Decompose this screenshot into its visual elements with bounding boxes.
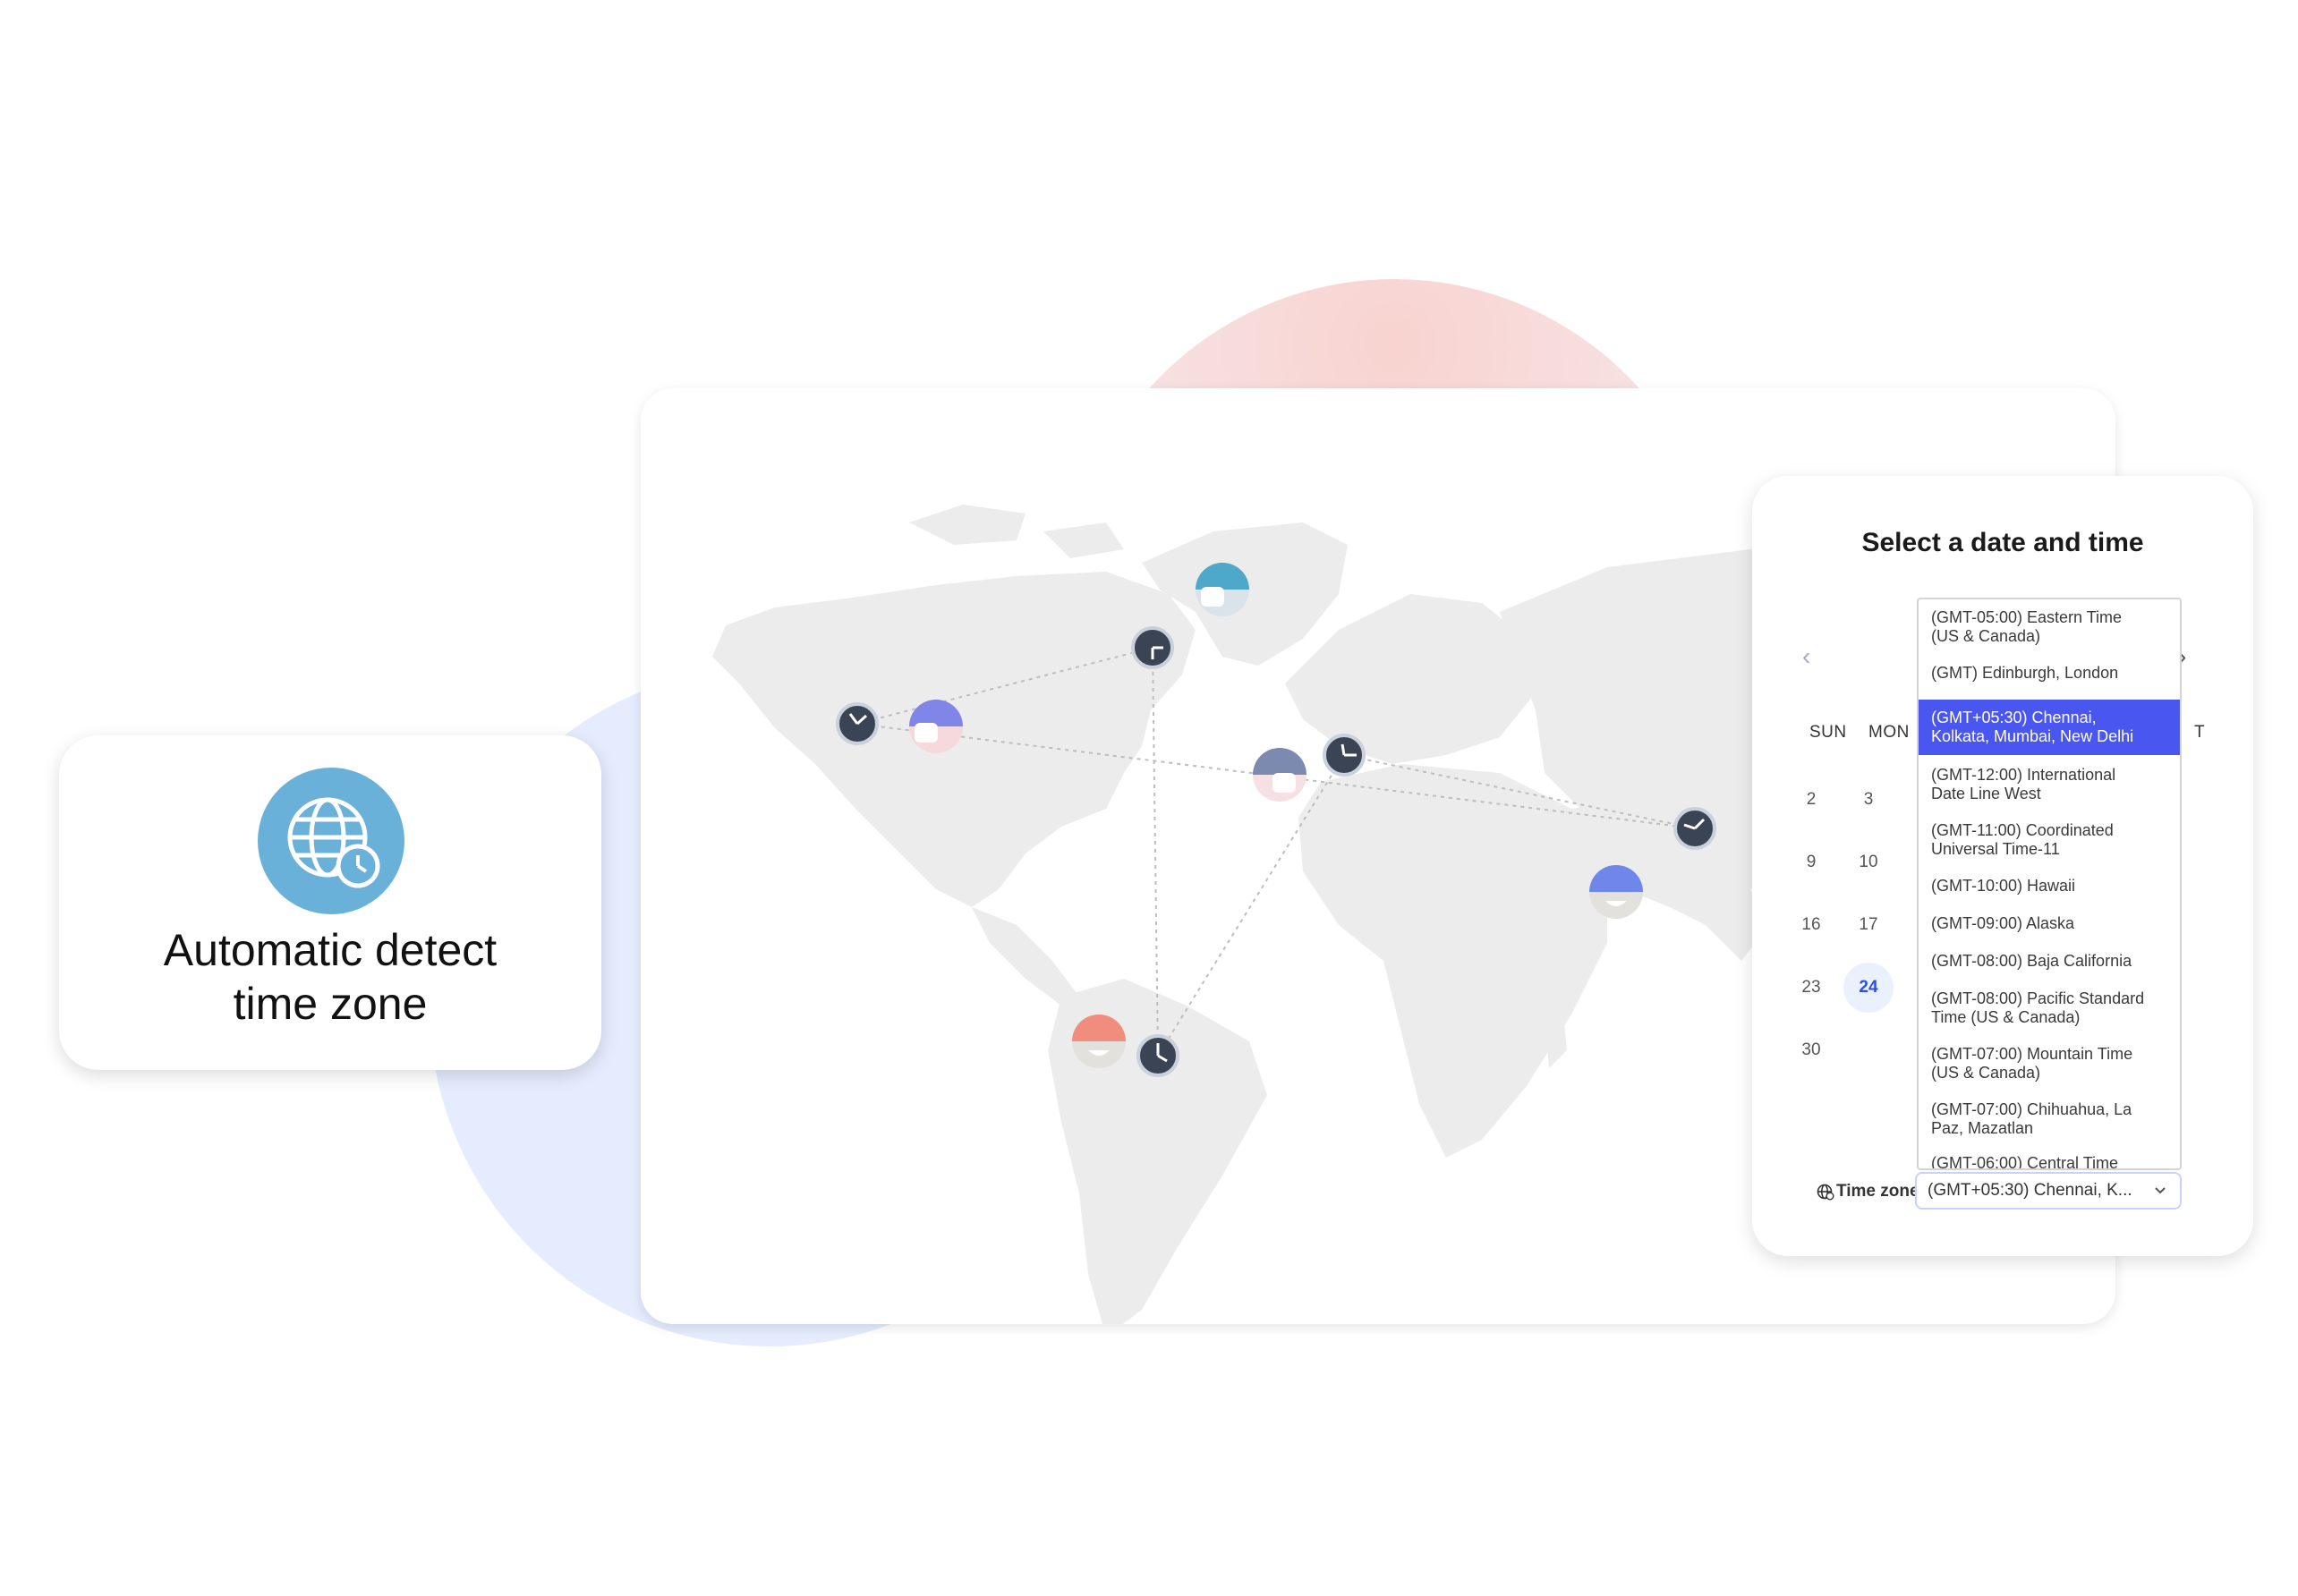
feature-card: Automatic detect time zone (59, 735, 601, 1070)
clock-icon (1323, 734, 1366, 777)
option-line1: (GMT-09:00) Alaska (1931, 914, 2075, 932)
clock-icon (1673, 807, 1716, 850)
weekday-mon: MON (1868, 723, 1910, 742)
option-line2: Paz, Mazatlan (1931, 1119, 2034, 1137)
option-line2: Universal Time-11 (1931, 840, 2060, 858)
arctic-islands (909, 505, 1124, 558)
avatar (1253, 748, 1306, 802)
option-line2: Date Line West (1931, 785, 2041, 802)
timezone-dropdown[interactable]: (GMT-05:00) Eastern Time (US & Canada) (… (1917, 598, 2182, 1170)
day-cell[interactable]: 3 (1843, 775, 1894, 825)
timezone-label: Time zone (1836, 1182, 1919, 1201)
day-cell[interactable]: 10 (1843, 837, 1894, 887)
feature-title-line2: time zone (233, 979, 428, 1029)
avatar (909, 700, 963, 753)
option-line2: (US & Canada) (1931, 627, 2041, 645)
clock-icon (1131, 626, 1174, 669)
africa (1298, 764, 1607, 1158)
day-cell[interactable]: 2 (1786, 775, 1836, 825)
clock-icon (1136, 1034, 1179, 1077)
timezone-option[interactable]: (GMT-07:00) Chihuahua, La Paz, Mazatlan (1919, 1100, 2180, 1138)
feature-title: Automatic detect time zone (59, 923, 601, 1031)
timezone-option[interactable]: (GMT-09:00) Alaska (1919, 914, 2180, 933)
timezone-option-active[interactable]: (GMT+05:30) Chennai, Kolkata, Mumbai, Ne… (1919, 700, 2180, 755)
timezone-select[interactable]: (GMT+05:30) Chennai, K... (1915, 1172, 2182, 1210)
option-line1: (GMT-06:00) Central Time (1931, 1154, 2119, 1170)
avatar (1196, 563, 1249, 616)
timezone-option[interactable]: (GMT-07:00) Mountain Time (US & Canada) (1919, 1045, 2180, 1082)
day-cell-selected[interactable]: 24 (1843, 963, 1894, 1013)
option-line2: Time (US & Canada) (1931, 1008, 2081, 1026)
timezone-option[interactable]: (GMT-06:00) Central Time (1919, 1154, 2180, 1170)
globe-icon (1817, 1184, 1834, 1201)
option-line1: (GMT-08:00) Baja California (1931, 952, 2132, 970)
option-line1: (GMT-07:00) Chihuahua, La (1931, 1100, 2132, 1118)
day-cell[interactable]: 23 (1786, 963, 1836, 1013)
option-line1: (GMT-11:00) Coordinated (1931, 821, 2114, 839)
option-line2: (US & Canada) (1931, 1064, 2041, 1082)
central-america (972, 907, 1079, 1006)
day-cell[interactable]: 16 (1786, 900, 1836, 950)
europe (1285, 594, 1536, 764)
day-cell[interactable]: 9 (1786, 837, 1836, 887)
timezone-select-value: (GMT+05:30) Chennai, K... (1928, 1181, 2132, 1200)
timezone-option[interactable]: (GMT) Edinburgh, London (1919, 664, 2180, 683)
option-line1: (GMT) Edinburgh, London (1931, 664, 2119, 682)
option-line1: (GMT-08:00) Pacific Standard (1931, 989, 2145, 1007)
option-line2: Kolkata, Mumbai, New Delhi (1931, 727, 2134, 745)
timezone-option[interactable]: (GMT-11:00) Coordinated Universal Time-1… (1919, 821, 2180, 859)
avatar (1072, 1014, 1126, 1068)
weekday-sun: SUN (1809, 723, 1847, 742)
feature-title-line1: Automatic detect (163, 925, 498, 975)
day-cell[interactable]: 30 (1786, 1025, 1836, 1075)
option-line1: (GMT-07:00) Mountain Time (1931, 1045, 2133, 1063)
option-line1: (GMT+05:30) Chennai, (1931, 709, 2097, 726)
option-line1: (GMT-10:00) Hawaii (1931, 877, 2076, 895)
avatar (1589, 865, 1643, 919)
timezone-option[interactable]: (GMT-08:00) Pacific Standard Time (US & … (1919, 989, 2180, 1027)
weekday-partial: T (2194, 723, 2206, 742)
globe-clock-icon (258, 768, 404, 914)
timezone-option[interactable]: (GMT-05:00) Eastern Time (US & Canada) (1919, 608, 2180, 646)
scheduler-title: Select a date and time (1861, 528, 2144, 557)
timezone-option[interactable]: (GMT-08:00) Baja California (1919, 952, 2180, 971)
chevron-left-icon[interactable]: ‹ (1802, 642, 1810, 671)
option-line1: (GMT-05:00) Eastern Time (1931, 608, 2123, 626)
timezone-option[interactable]: (GMT-12:00) International Date Line West (1919, 766, 2180, 803)
option-line1: (GMT-12:00) International (1931, 766, 2116, 784)
timezone-option[interactable]: (GMT-10:00) Hawaii (1919, 877, 2180, 896)
clock-icon (836, 702, 879, 745)
chevron-down-icon (2155, 1187, 2166, 1194)
day-cell[interactable]: 17 (1843, 900, 1894, 950)
